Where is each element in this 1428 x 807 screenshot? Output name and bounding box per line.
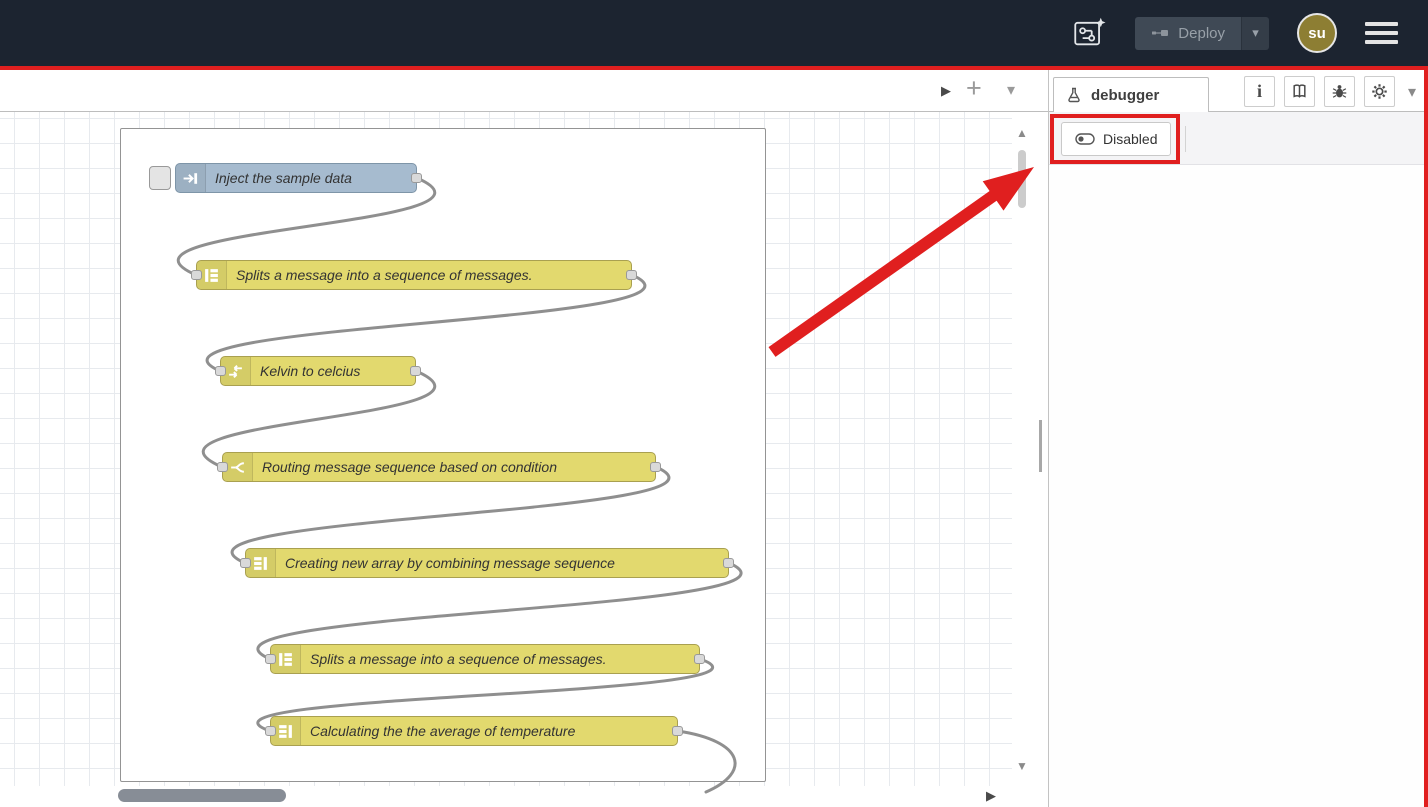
flask-icon xyxy=(1066,87,1082,103)
scroll-down-icon[interactable]: ▼ xyxy=(1016,760,1028,772)
header: Deploy ▾ su xyxy=(0,0,1428,66)
gutter-scrollbar-thumb[interactable] xyxy=(1039,420,1042,472)
book-icon xyxy=(1291,83,1308,100)
flow-node[interactable]: Splits a message into a sequence of mess… xyxy=(196,260,632,290)
debugger-toolbar: Disabled xyxy=(1049,112,1428,165)
node-label: Inject the sample data xyxy=(206,164,416,192)
port-in[interactable] xyxy=(217,462,228,472)
flow-node[interactable]: Calculating the the average of temperatu… xyxy=(270,716,678,746)
port-out[interactable] xyxy=(410,366,421,376)
sidebar: debugger i xyxy=(1048,70,1428,807)
node-label: Splits a message into a sequence of mess… xyxy=(301,645,699,673)
tab-debugger[interactable]: debugger xyxy=(1053,77,1209,112)
tab-debug-button[interactable] xyxy=(1324,76,1355,107)
flow-node[interactable]: Creating new array by combining message … xyxy=(245,548,729,578)
add-flow-button[interactable]: + xyxy=(966,75,982,102)
node-label: Creating new array by combining message … xyxy=(276,549,728,577)
port-out[interactable] xyxy=(411,173,422,183)
sidebar-tab-buttons: i xyxy=(1244,76,1416,107)
port-in[interactable] xyxy=(265,726,276,736)
node-label: Routing message sequence based on condit… xyxy=(253,453,655,481)
scroll-right-icon[interactable]: ▶ xyxy=(986,789,996,802)
flow-list-dropdown-icon[interactable]: ▾ xyxy=(1007,83,1015,99)
header-actions: Deploy ▾ su xyxy=(1073,0,1398,66)
user-avatar[interactable]: su xyxy=(1297,13,1337,53)
gear-icon xyxy=(1371,83,1388,100)
deploy-label: Deploy xyxy=(1178,25,1225,42)
debugger-disabled-toggle[interactable]: Disabled xyxy=(1061,122,1171,156)
node-label: Calculating the the average of temperatu… xyxy=(301,717,677,745)
port-in[interactable] xyxy=(240,558,251,568)
tab-info-button[interactable]: i xyxy=(1244,76,1275,107)
port-out[interactable] xyxy=(723,558,734,568)
port-in[interactable] xyxy=(265,654,276,664)
inject-run-button[interactable] xyxy=(149,166,171,190)
tab-config-button[interactable] xyxy=(1364,76,1395,107)
sidebar-menu-caret[interactable]: ▾ xyxy=(1408,82,1416,102)
toggle-icon xyxy=(1075,133,1095,145)
vertical-scrollbar-thumb[interactable] xyxy=(1018,150,1026,208)
workspace-tabbar: ▶ + ▾ xyxy=(0,70,1048,112)
sidebar-tabbar: debugger i xyxy=(1049,70,1428,112)
tab-help-button[interactable] xyxy=(1284,76,1315,107)
node-red-editor: Deploy ▾ su ▶ + ▾ Inject the sample data… xyxy=(0,0,1428,807)
deploy-icon xyxy=(1151,27,1169,39)
scroll-up-icon[interactable]: ▲ xyxy=(1016,127,1028,139)
port-out[interactable] xyxy=(626,270,637,280)
flow-node[interactable]: Kelvin to celcius xyxy=(220,356,416,386)
debugger-panel-body xyxy=(1049,165,1428,807)
flows-sparkle-icon[interactable] xyxy=(1073,16,1107,50)
toolbar-separator xyxy=(1185,126,1186,152)
port-out[interactable] xyxy=(694,654,705,664)
bug-icon xyxy=(1331,83,1348,100)
flow-node[interactable]: Routing message sequence based on condit… xyxy=(222,452,656,482)
port-in[interactable] xyxy=(215,366,226,376)
disabled-label: Disabled xyxy=(1103,131,1157,147)
main-menu-icon[interactable] xyxy=(1365,18,1398,48)
deploy-options-caret[interactable]: ▾ xyxy=(1241,17,1269,50)
deploy-button[interactable]: Deploy ▾ xyxy=(1135,17,1269,50)
node-label: Splits a message into a sequence of mess… xyxy=(227,261,631,289)
flow-node[interactable]: Splits a message into a sequence of mess… xyxy=(270,644,700,674)
port-out[interactable] xyxy=(672,726,683,736)
tab-scroll-right-icon[interactable]: ▶ xyxy=(941,84,951,97)
port-out[interactable] xyxy=(650,462,661,472)
node-label: Kelvin to celcius xyxy=(251,357,415,385)
inject-icon xyxy=(176,164,206,192)
tab-debugger-label: debugger xyxy=(1091,87,1159,104)
port-in[interactable] xyxy=(191,270,202,280)
flow-node[interactable]: Inject the sample data xyxy=(175,163,417,193)
horizontal-scrollbar-thumb[interactable] xyxy=(118,789,286,802)
annotation-line-top xyxy=(0,66,1428,70)
annotation-line-right xyxy=(1424,66,1428,807)
